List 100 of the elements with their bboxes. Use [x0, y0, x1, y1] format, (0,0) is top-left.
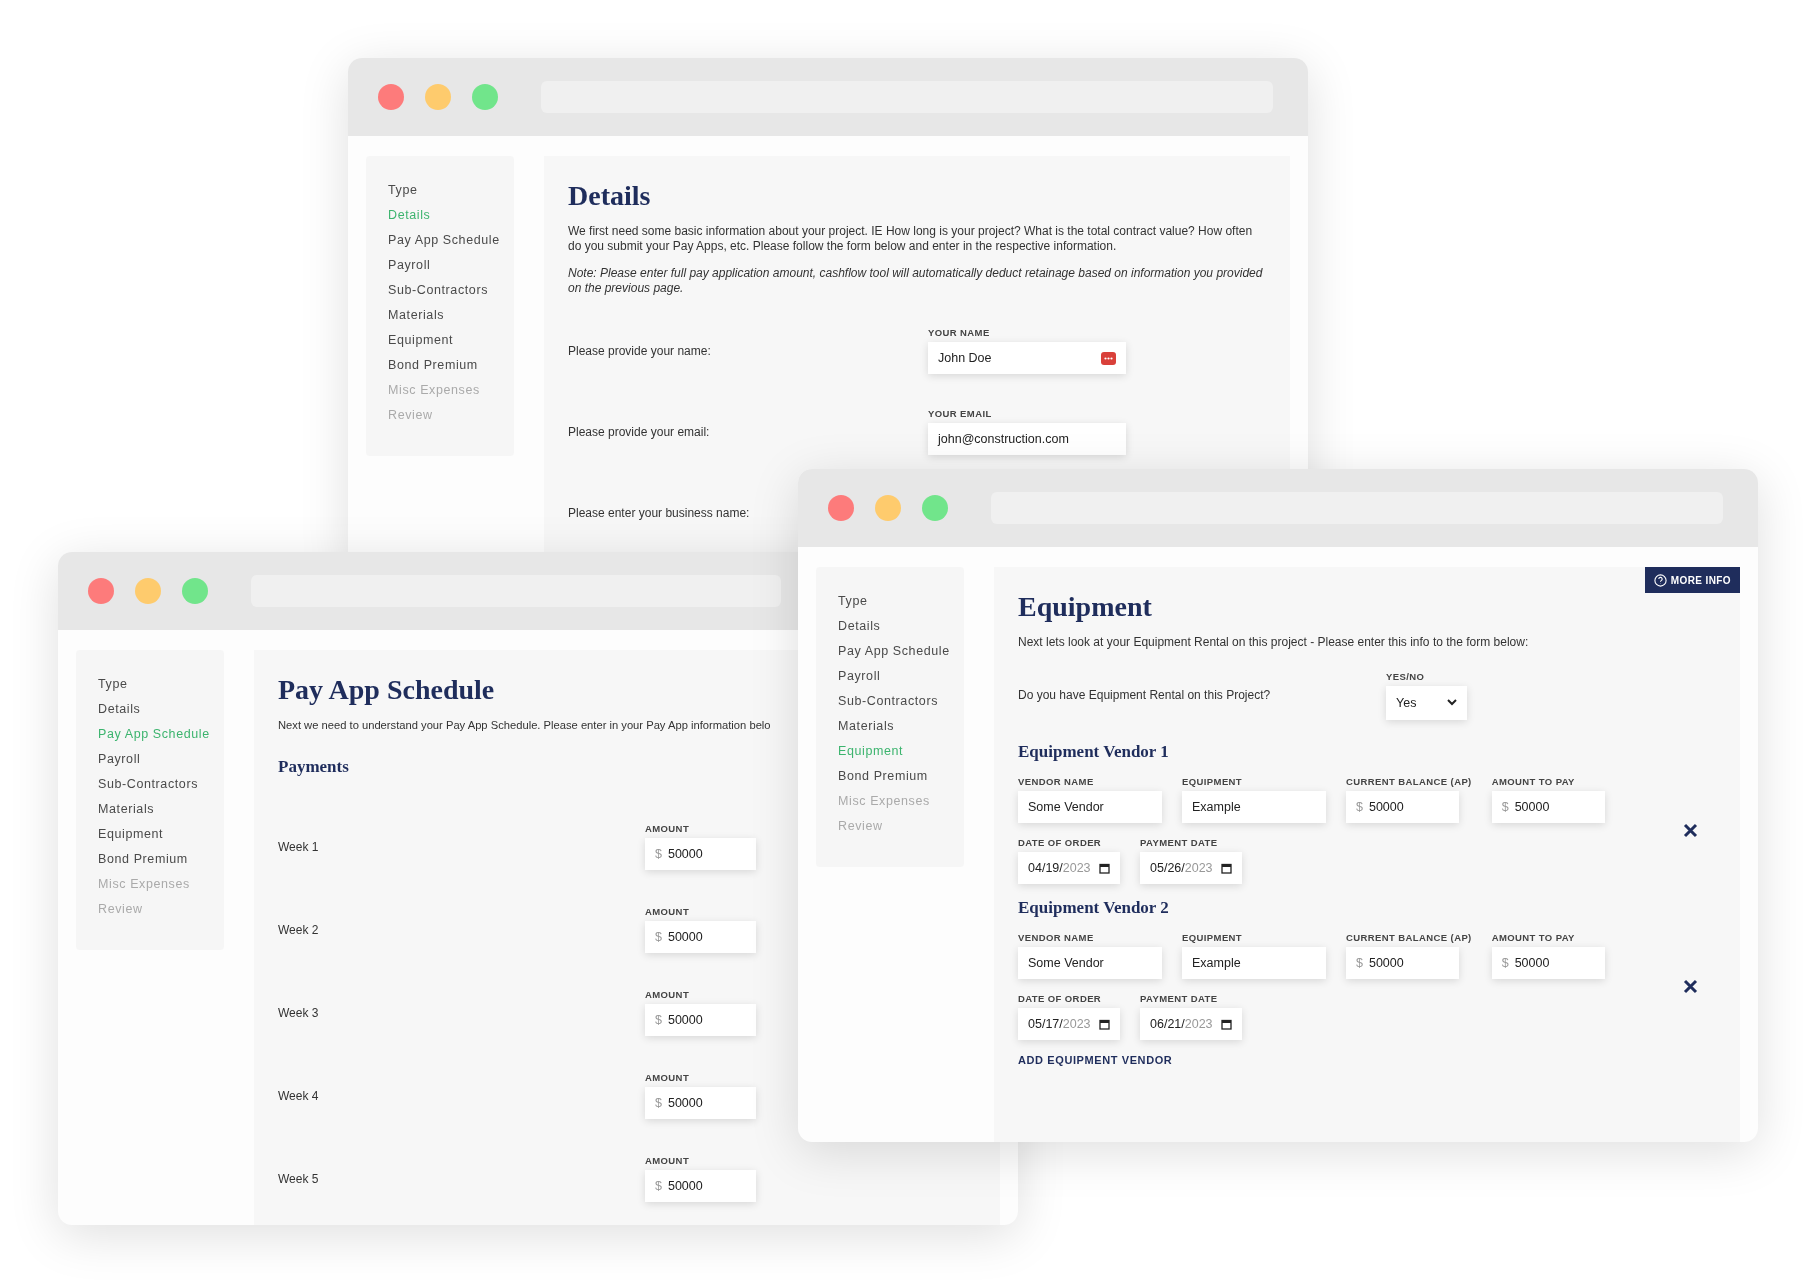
- chevron-down-icon: [1447, 699, 1457, 706]
- date-field[interactable]: 04/19/2023: [1018, 852, 1120, 884]
- amount-field[interactable]: $ 50000: [645, 1087, 756, 1119]
- text-field[interactable]: Example: [1182, 947, 1326, 979]
- sidebar-item[interactable]: Equipment: [98, 827, 224, 842]
- sidebar-item[interactable]: Sub-Contractors: [388, 283, 514, 298]
- yes-no-dropdown[interactable]: Yes: [1386, 685, 1467, 720]
- field-label: VENDOR NAME: [1018, 932, 1094, 943]
- amount-field[interactable]: $ 50000: [1491, 947, 1605, 979]
- field-label: DATE OF ORDER: [1018, 993, 1102, 1004]
- minimize-window-icon[interactable]: [135, 578, 161, 604]
- field-label: AMOUNT: [645, 1072, 690, 1083]
- amount-field[interactable]: $ 50000: [1346, 791, 1459, 823]
- date-field[interactable]: 06/21/2023: [1140, 1008, 1242, 1040]
- remove-button[interactable]: [1683, 822, 1698, 838]
- week-label: Week 2: [278, 922, 319, 937]
- close-icon: [1683, 978, 1698, 994]
- intro-text: Next lets look at your Equipment Rental on this project - Please enter this info to the form below:: [1018, 635, 1529, 650]
- date-field[interactable]: 05/26/2023: [1140, 852, 1242, 884]
- minimize-window-icon[interactable]: [875, 495, 901, 521]
- text-field[interactable]: John Doe: [928, 342, 1126, 374]
- close-window-icon[interactable]: [378, 84, 404, 110]
- sidebar-item[interactable]: Pay App Schedule: [388, 233, 514, 248]
- field-label: CURRENT BALANCE (AP): [1346, 776, 1472, 787]
- note-text: Note: Please enter full pay application amount, cashflow tool will automatically deduct retainage based on information you provided on the previous page.: [568, 266, 1264, 296]
- remove-button[interactable]: [1683, 978, 1698, 994]
- sidebar-item[interactable]: Materials: [98, 802, 224, 817]
- sidebar-item[interactable]: Payroll: [98, 752, 224, 767]
- sidebar-item[interactable]: Details: [838, 619, 964, 634]
- field-label: DATE OF ORDER: [1018, 837, 1102, 848]
- section-title: Payments: [278, 757, 349, 777]
- text-field[interactable]: Some Vendor: [1018, 947, 1162, 979]
- sidebar-item[interactable]: Equipment: [388, 333, 514, 348]
- field-prompt: Please provide your email:: [568, 424, 710, 439]
- sidebar-item[interactable]: Materials: [838, 719, 964, 734]
- sidebar-item[interactable]: Bond Premium: [98, 852, 224, 867]
- date-field[interactable]: 05/17/2023: [1018, 1008, 1120, 1040]
- field-prompt: Please provide your name:: [568, 343, 711, 358]
- field-label: YOUR NAME: [928, 327, 990, 338]
- field-label: YES/NO: [1386, 670, 1425, 682]
- sidebar-item[interactable]: Pay App Schedule: [838, 644, 964, 659]
- minimize-window-icon[interactable]: [425, 84, 451, 110]
- sidebar-item[interactable]: Type: [838, 594, 964, 609]
- field-label: AMOUNT: [645, 823, 690, 834]
- field-label: AMOUNT: [645, 1155, 690, 1166]
- field-label: AMOUNT: [645, 906, 690, 917]
- amount-field[interactable]: $ 50000: [1491, 791, 1605, 823]
- week-label: Week 4: [278, 1088, 319, 1103]
- sidebar-item[interactable]: Materials: [388, 308, 514, 323]
- field-label: PAYMENT DATE: [1140, 993, 1218, 1004]
- text-field[interactable]: john@construction.com: [928, 423, 1126, 455]
- sidebar-item[interactable]: Bond Premium: [838, 769, 964, 784]
- week-label: Week 5: [278, 1171, 319, 1186]
- add-vendor-link[interactable]: ADD EQUIPMENT VENDOR: [1018, 1054, 1173, 1066]
- week-label: Week 1: [278, 839, 319, 854]
- calendar-icon[interactable]: [1221, 862, 1232, 874]
- page-title: Pay App Schedule: [278, 674, 495, 706]
- close-window-icon[interactable]: [828, 495, 854, 521]
- field-label: AMOUNT: [645, 989, 690, 1000]
- maximize-window-icon[interactable]: [922, 495, 948, 521]
- field-label: AMOUNT TO PAY: [1491, 932, 1575, 943]
- sidebar-item[interactable]: Type: [98, 677, 224, 692]
- calendar-icon[interactable]: [1099, 1018, 1110, 1030]
- amount-field[interactable]: $ 50000: [645, 921, 756, 953]
- week-label: Week 3: [278, 1005, 319, 1020]
- text-field[interactable]: Example: [1182, 791, 1326, 823]
- field-label: YOUR EMAIL: [928, 408, 992, 419]
- text-field[interactable]: Some Vendor: [1018, 791, 1162, 823]
- section-title: Equipment Vendor 1: [1018, 742, 1169, 762]
- amount-field[interactable]: $ 50000: [645, 1004, 756, 1036]
- field-label: CURRENT BALANCE (AP): [1346, 932, 1472, 943]
- field-label: AMOUNT TO PAY: [1491, 776, 1575, 787]
- page-title: Equipment: [1018, 591, 1152, 623]
- field-label: VENDOR NAME: [1018, 776, 1094, 787]
- help-icon: [1653, 573, 1667, 587]
- field-label: EQUIPMENT: [1182, 776, 1243, 787]
- calendar-icon[interactable]: [1221, 1018, 1232, 1030]
- sidebar-item[interactable]: Payroll: [388, 258, 514, 273]
- intro-text: We first need some basic information about your project. IE How long is your project? What is the total contract value? How often do you submit your Pay Apps, etc. Please follow the form below and enter in the respective information.: [568, 224, 1254, 254]
- more-info-button[interactable]: MORE INFO: [1644, 567, 1740, 593]
- amount-field[interactable]: $ 50000: [645, 1170, 756, 1202]
- section-title: Equipment Vendor 2: [1018, 898, 1169, 918]
- sidebar-item[interactable]: Bond Premium: [388, 358, 514, 373]
- maximize-window-icon[interactable]: [182, 578, 208, 604]
- maximize-window-icon[interactable]: [472, 84, 498, 110]
- sidebar-item[interactable]: Payroll: [838, 669, 964, 684]
- field-label: PAYMENT DATE: [1140, 837, 1218, 848]
- sidebar-item[interactable]: Sub-Contractors: [98, 777, 224, 792]
- page-title: Details: [568, 180, 651, 212]
- intro-text: Next we need to understand your Pay App Schedule. Please enter in your Pay App information belo: [278, 718, 771, 733]
- amount-field[interactable]: $ 50000: [1346, 947, 1459, 979]
- sidebar-item[interactable]: Details: [98, 702, 224, 717]
- calendar-icon[interactable]: [1099, 862, 1110, 874]
- field-label: EQUIPMENT: [1182, 932, 1243, 943]
- password-manager-icon[interactable]: [1101, 351, 1116, 365]
- sidebar-item[interactable]: Sub-Contractors: [838, 694, 964, 709]
- amount-field[interactable]: $ 50000: [645, 838, 756, 870]
- sidebar-item[interactable]: Type: [388, 183, 514, 198]
- close-icon: [1683, 822, 1698, 838]
- close-window-icon[interactable]: [88, 578, 114, 604]
